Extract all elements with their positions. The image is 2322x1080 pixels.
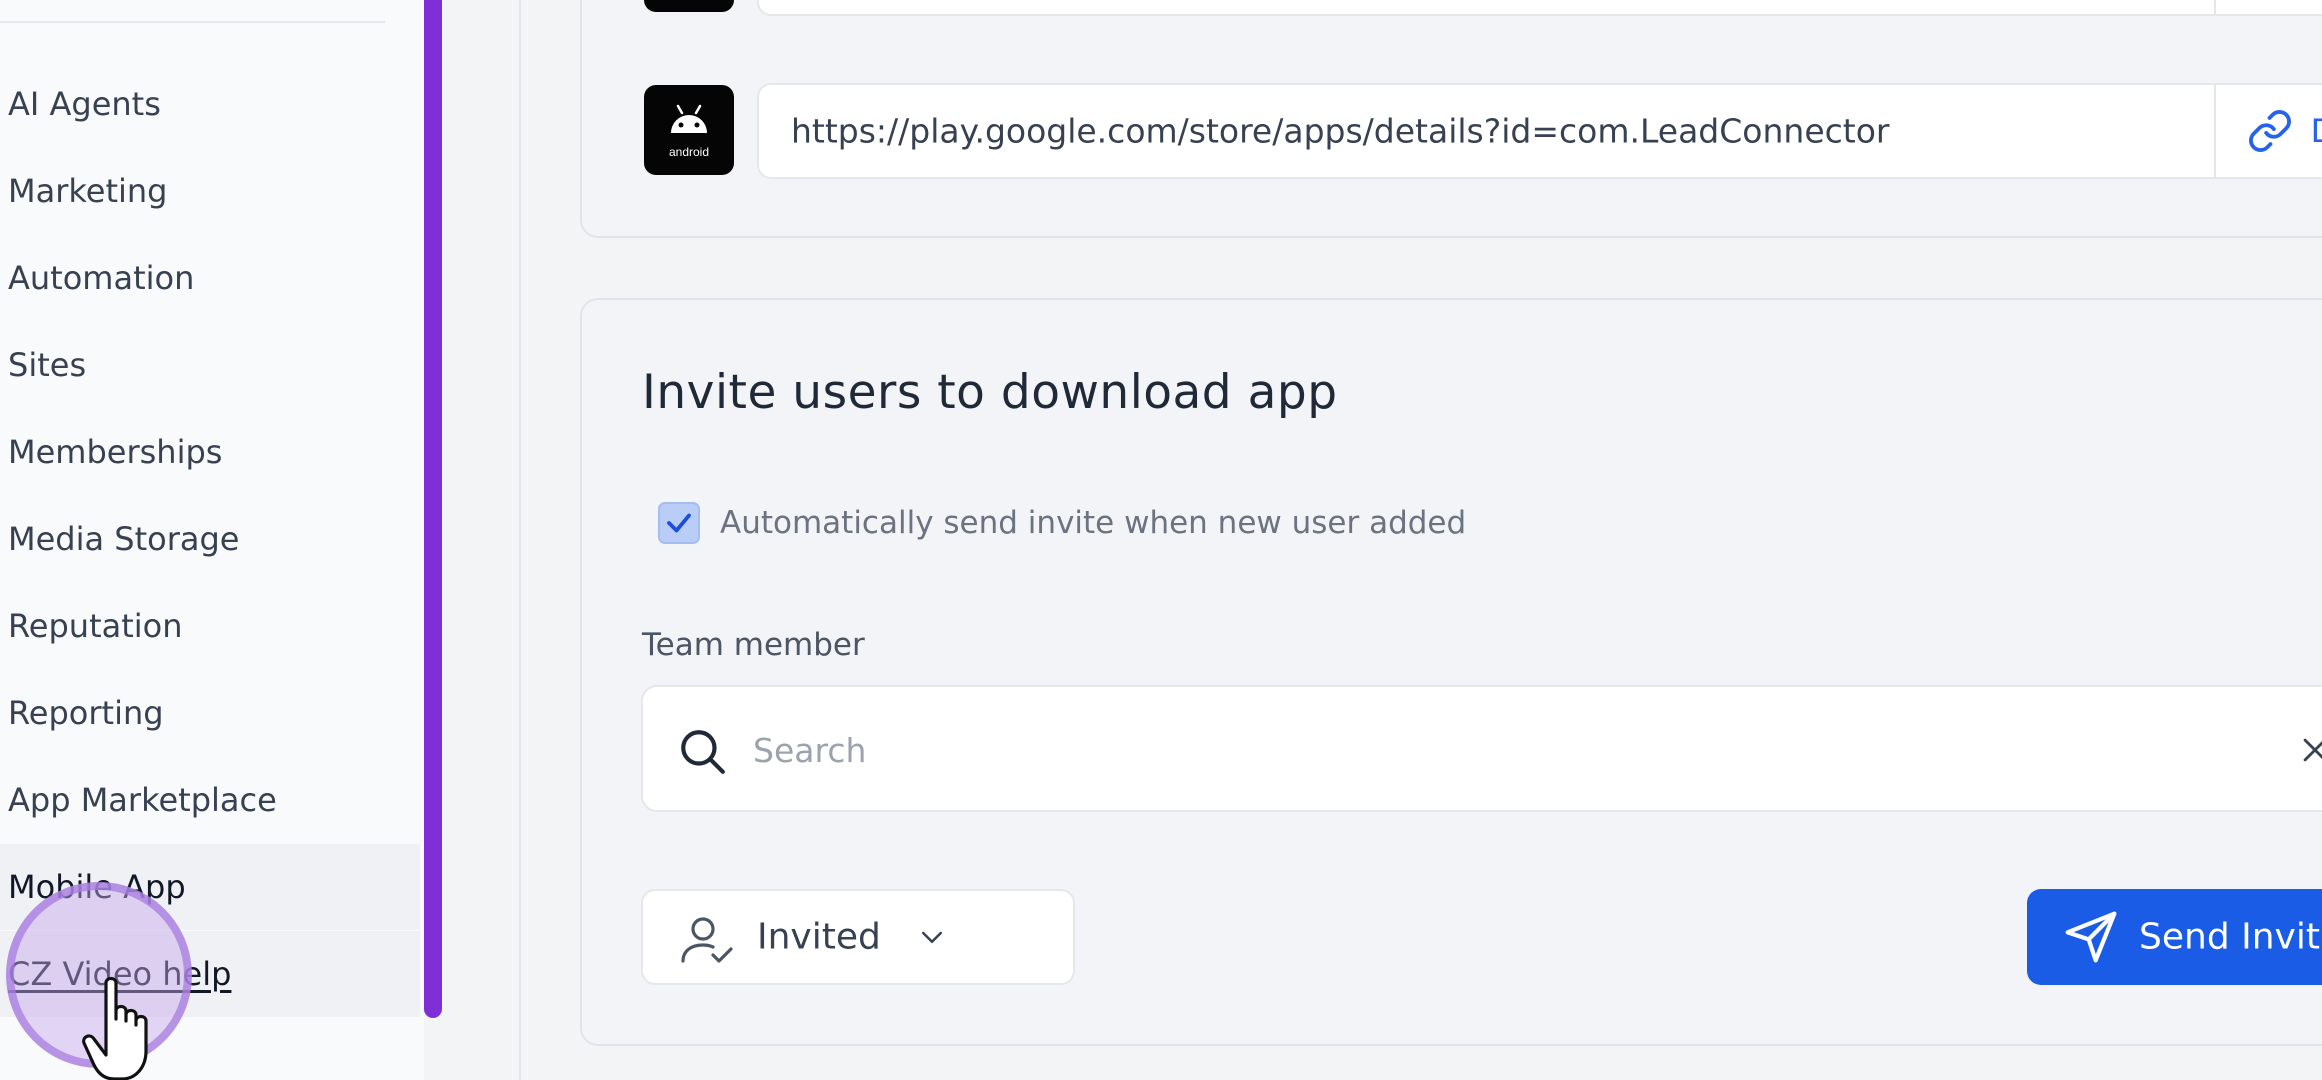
sidebar-item-label: Reporting — [8, 694, 164, 732]
sidebar-item-label: Reputation — [8, 607, 183, 645]
sidebar-item-memberships[interactable]: Memberships — [0, 409, 420, 495]
status-filter-value: Invited — [757, 916, 881, 958]
android-icon — [671, 104, 707, 133]
sidebar-item-sites[interactable]: Sites — [0, 322, 420, 408]
auto-invite-label: Automatically send invite when new user … — [720, 505, 1467, 541]
chevron-down-icon — [922, 931, 942, 943]
android-download-link[interactable]: Downlo — [2247, 108, 2322, 154]
search-icon — [681, 730, 725, 774]
auto-invite-row[interactable]: Automatically send invite when new user … — [658, 502, 1466, 544]
sidebar-item-label: App Marketplace — [8, 781, 277, 819]
team-member-label: Team member — [642, 627, 865, 663]
sidebar-item-ai-agents[interactable]: AI Agents — [0, 61, 420, 147]
android-url-field[interactable]: https://play.google.com/store/apps/detai… — [757, 83, 2322, 179]
sidebar-item-app-marketplace[interactable]: App Marketplace — [0, 757, 420, 843]
download-label: Downlo — [2311, 112, 2322, 151]
sidebar-item-marketing[interactable]: Marketing — [0, 148, 420, 234]
link-icon — [2249, 110, 2291, 152]
main-divider — [519, 0, 521, 1080]
auto-invite-checkbox[interactable] — [658, 502, 700, 544]
sidebar-scrollbar[interactable] — [424, 0, 442, 1018]
check-icon — [667, 513, 691, 533]
sidebar-divider — [0, 21, 385, 23]
android-app-row: android https://play.google.com/store/ap… — [644, 83, 2322, 181]
sidebar-item-label: Media Storage — [8, 520, 240, 558]
app-store-logo — [644, 0, 734, 12]
sidebar-item-media-storage[interactable]: Media Storage — [0, 496, 420, 582]
sidebar-item-label: Sites — [8, 346, 87, 384]
sidebar-item-label: Memberships — [8, 433, 223, 471]
status-filter-select[interactable]: Invited — [641, 889, 1075, 985]
user-check-icon — [681, 917, 733, 963]
sidebar-item-label: Marketing — [8, 172, 168, 210]
android-url-text: https://play.google.com/store/apps/detai… — [791, 111, 1890, 151]
send-icon — [2065, 911, 2117, 963]
ios-app-row — [644, 0, 2322, 18]
team-member-search[interactable] — [641, 685, 2322, 812]
invite-title: Invite users to download app — [642, 365, 1338, 420]
hand-cursor-icon — [82, 976, 148, 1080]
url-separator — [2214, 0, 2216, 14]
search-input[interactable] — [753, 717, 2153, 783]
url-separator — [2214, 85, 2216, 177]
close-icon[interactable] — [2298, 733, 2322, 767]
sidebar-item-reporting[interactable]: Reporting — [0, 670, 420, 756]
android-logo-text: android — [668, 145, 710, 159]
sidebar-item-label: AI Agents — [8, 85, 161, 123]
sidebar-item-label: Automation — [8, 259, 195, 297]
send-invite-label: Send Invit — [2139, 916, 2320, 958]
sidebar-item-automation[interactable]: Automation — [0, 235, 420, 321]
send-invite-button[interactable]: Send Invit — [2027, 889, 2322, 985]
android-logo: android — [644, 85, 734, 175]
ios-url-field[interactable] — [757, 0, 2322, 16]
sidebar-item-reputation[interactable]: Reputation — [0, 583, 420, 669]
